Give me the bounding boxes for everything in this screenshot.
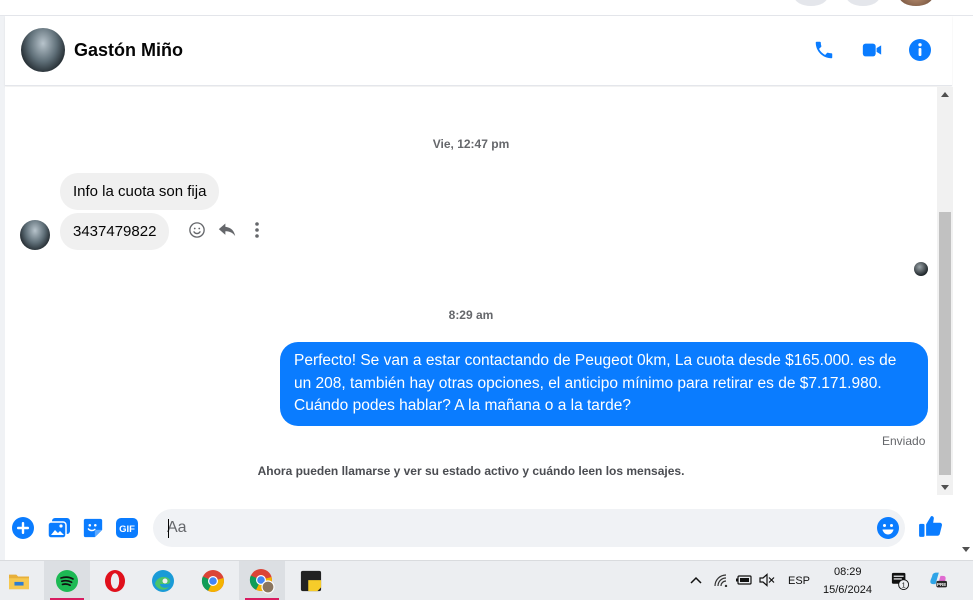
volume-button[interactable] [758,571,776,589]
video-camera-icon [862,43,882,57]
attach-image-button[interactable] [46,515,72,541]
conversation-info-button[interactable] [906,36,934,64]
reply-icon [218,223,236,237]
gif-button[interactable]: GIF [114,515,140,541]
top-bar [0,0,973,16]
svg-text:1: 1 [902,580,906,589]
svg-text:GIF: GIF [119,524,135,535]
more-vertical-icon [255,222,259,238]
taskbar-app[interactable] [0,561,42,600]
sticky-notes-icon [300,570,322,592]
notification-center-button[interactable]: 1 [891,572,909,590]
page-scroll-down-icon[interactable] [962,547,970,552]
svg-text:PRE: PRE [937,582,946,587]
clock-date[interactable]: 15/6/2024 [823,584,872,596]
top-notification-button[interactable] [846,0,880,6]
chat-header: Gastón Miño [5,16,952,86]
message-list: Vie, 12:47 pm Info la cuota son fija 343… [5,87,937,502]
scroll-up-arrow-icon[interactable] [941,92,949,97]
message-input[interactable] [153,509,905,547]
mute-icon [759,573,775,587]
taskbar-app[interactable] [190,561,236,600]
more-options-button[interactable] [246,219,268,241]
emoji-button[interactable] [875,515,901,541]
more-actions-button[interactable] [10,515,36,541]
incoming-message[interactable]: Info la cuota son fija [60,173,220,210]
gif-icon: GIF [116,518,138,538]
windows-taskbar: ESP 08:29 15/6/2024 1 PRE [0,560,973,600]
image-icon [47,518,70,539]
top-menu-button[interactable] [794,0,828,6]
sticker-button[interactable] [80,515,106,541]
outgoing-message[interactable]: Perfecto! Se van a estar contactando de … [280,342,928,426]
video-call-button[interactable] [858,36,886,64]
incoming-message[interactable]: 3437479822 [60,213,170,250]
phone-icon [815,41,833,59]
emoji-icon [877,517,899,539]
taskbar-app[interactable] [44,561,90,600]
show-hidden-icons-button[interactable] [687,571,705,589]
smiley-react-icon [189,222,205,238]
file-explorer-icon [9,574,29,590]
contact-name[interactable]: Gastón Miño [74,40,183,61]
spotify-icon [56,570,78,592]
sticker-icon [83,518,103,538]
wifi-icon [714,574,728,587]
privacy-info-line: Ahora pueden llamarse y ver su estado ac… [257,464,685,478]
battery-icon [736,575,752,585]
message-timestamp: Vie, 12:47 pm [432,137,510,151]
sent-status: Enviado [882,434,926,448]
message-scrollbar[interactable] [937,87,953,495]
taskbar-app[interactable] [140,561,186,600]
seen-indicator-avatar [914,262,928,276]
send-like-button[interactable] [918,513,944,539]
info-icon [909,39,931,61]
contact-avatar[interactable] [21,28,65,72]
react-button[interactable] [186,219,208,241]
notification-icon: 1 [891,572,909,590]
chrome-profile-icon [249,569,275,594]
taskbar-app[interactable] [239,561,285,600]
copilot-button[interactable]: PRE [929,571,947,589]
sender-avatar[interactable] [20,220,50,250]
battery-button[interactable] [735,571,753,589]
chrome-icon [201,570,224,592]
account-avatar[interactable] [899,0,933,6]
network-button[interactable] [712,571,730,589]
taskbar-app[interactable] [92,561,138,600]
scroll-down-arrow-icon[interactable] [941,485,949,490]
message-composer: GIF [5,502,953,558]
language-indicator[interactable]: ESP [788,575,810,587]
call-button[interactable] [810,36,838,64]
text-caret [168,519,169,538]
page-edge [953,16,973,560]
opera-icon [105,570,125,592]
chevron-up-icon [690,576,702,584]
clock-time[interactable]: 08:29 [834,566,862,578]
thumbs-up-icon [919,516,943,537]
edge-icon [152,570,174,592]
message-timestamp: 8:29 am [448,308,494,322]
reply-button[interactable] [216,219,238,241]
taskbar-app[interactable] [288,561,334,600]
plus-circle-icon [12,517,34,539]
messenger-window: Gastón Miño Vie, 12:47 pm Info la cuota … [0,0,973,600]
copilot-icon: PRE [930,572,947,588]
scroll-thumb[interactable] [939,212,951,475]
